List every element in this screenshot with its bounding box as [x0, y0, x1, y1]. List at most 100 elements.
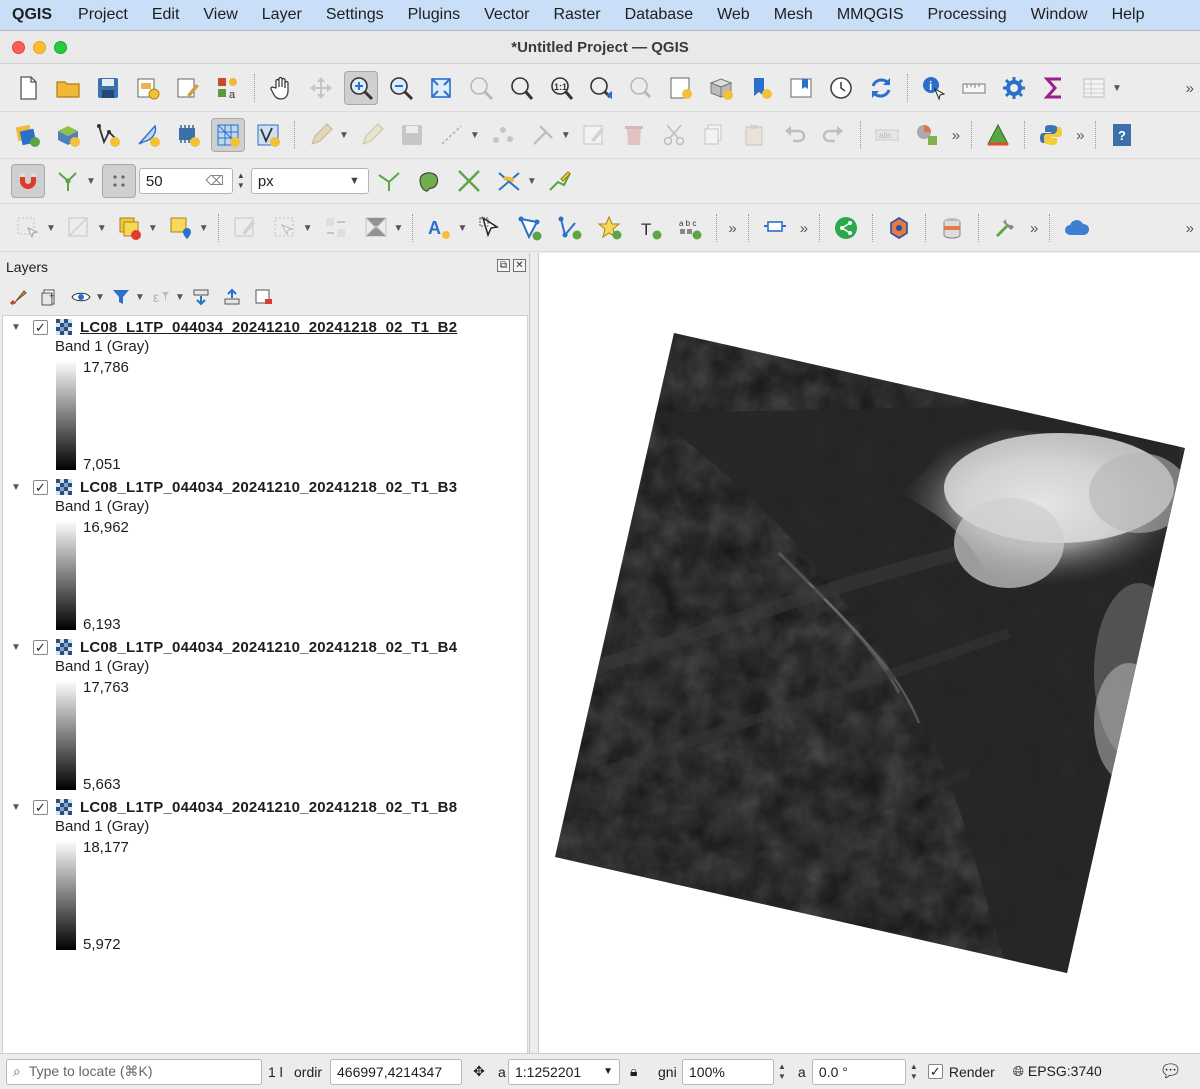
- statistics-summary-button[interactable]: [1037, 71, 1071, 105]
- map-canvas[interactable]: [538, 253, 1200, 1083]
- select-annotation-button[interactable]: [268, 211, 302, 245]
- magnifier-stepper[interactable]: ▲ ▼: [778, 1062, 786, 1082]
- clear-input-icon[interactable]: ⌫: [206, 173, 224, 189]
- filter-legend-button[interactable]: [108, 284, 134, 310]
- collapse-all-button[interactable]: [219, 284, 245, 310]
- add-group-button[interactable]: +: [37, 284, 63, 310]
- save-project-button[interactable]: [91, 71, 125, 105]
- topological-editing-button[interactable]: [372, 164, 406, 198]
- add-line-button[interactable]: [553, 211, 587, 245]
- collapse-arrow-icon[interactable]: ▼: [11, 482, 21, 493]
- pan-to-selection-button[interactable]: [304, 71, 338, 105]
- zoom-last-button[interactable]: [584, 71, 618, 105]
- chevron-down-icon[interactable]: ▼: [148, 223, 158, 234]
- messages-icon[interactable]: 💬︎: [1159, 1061, 1182, 1082]
- manage-map-themes-button[interactable]: [68, 284, 94, 310]
- toolbar-overflow-icon[interactable]: »: [800, 220, 808, 237]
- pan-map-button[interactable]: [264, 71, 298, 105]
- snapping-tolerance-input[interactable]: 50 ⌫: [138, 168, 233, 194]
- chevron-down-icon[interactable]: ▼: [394, 223, 404, 234]
- chevron-down-icon[interactable]: ▼: [339, 130, 349, 141]
- zoom-native-resolution-button[interactable]: 1:1: [544, 71, 578, 105]
- tools-plugin-button[interactable]: [988, 211, 1022, 245]
- chevron-down-icon[interactable]: ▼: [86, 176, 96, 187]
- menu-app-qgis[interactable]: QGIS: [12, 6, 52, 24]
- cloud-plugin-button[interactable]: [1059, 211, 1093, 245]
- python-console-button[interactable]: [1034, 118, 1068, 152]
- show-layout-manager-button[interactable]: [171, 71, 205, 105]
- new-geopackage-layer-button[interactable]: [51, 118, 85, 152]
- network-plugin-button[interactable]: [882, 211, 916, 245]
- menu-web[interactable]: Web: [717, 6, 750, 24]
- cut-features-button[interactable]: [657, 118, 691, 152]
- avoid-overlap-button[interactable]: [412, 164, 446, 198]
- zoom-to-layer-button[interactable]: [504, 71, 538, 105]
- expand-all-button[interactable]: [188, 284, 214, 310]
- tolerance-stepper[interactable]: ▲ ▼: [237, 171, 245, 191]
- layer-name[interactable]: LC08_L1TP_044034_20241210_20241218_02_T1…: [80, 799, 457, 816]
- database-plugin-button[interactable]: [935, 211, 969, 245]
- chevron-down-icon[interactable]: ▼: [561, 130, 571, 141]
- current-edits-button[interactable]: [304, 118, 338, 152]
- menu-processing[interactable]: Processing: [928, 6, 1007, 24]
- refresh-button[interactable]: [864, 71, 898, 105]
- snapping-intersection-button[interactable]: [452, 164, 486, 198]
- filter-by-expression-button[interactable]: ε: [148, 284, 174, 310]
- menu-mesh[interactable]: Mesh: [774, 6, 813, 24]
- enable-snapping-button[interactable]: [11, 164, 45, 198]
- menu-database[interactable]: Database: [625, 6, 694, 24]
- magnifier-input[interactable]: 100%: [682, 1058, 774, 1085]
- chevron-down-icon[interactable]: ▼: [97, 223, 107, 234]
- georeferencer-button[interactable]: [981, 118, 1015, 152]
- label-tool-button[interactable]: A: [422, 211, 456, 245]
- save-layer-edits-button[interactable]: [395, 118, 429, 152]
- zoom-in-button[interactable]: [344, 71, 378, 105]
- select-features-button[interactable]: [11, 211, 45, 245]
- new-temporary-scratch-layer-button[interactable]: [131, 118, 165, 152]
- annotation-edit-button[interactable]: [228, 211, 262, 245]
- layer-name[interactable]: LC08_L1TP_044034_20241210_20241218_02_T1…: [80, 319, 457, 336]
- new-virtual-layer-button[interactable]: [171, 118, 205, 152]
- chevron-down-icon[interactable]: ▼: [1112, 83, 1122, 94]
- undo-button[interactable]: [777, 118, 811, 152]
- delete-selected-button[interactable]: [617, 118, 651, 152]
- snapping-layers-button[interactable]: [51, 164, 85, 198]
- menu-view[interactable]: View: [203, 6, 237, 24]
- vertex-tool-button[interactable]: [486, 118, 520, 152]
- toolbar-overflow-icon[interactable]: »: [1186, 220, 1194, 237]
- temporal-controller-button[interactable]: [824, 71, 858, 105]
- select-by-value-button[interactable]: [62, 211, 96, 245]
- menu-window[interactable]: Window: [1031, 6, 1088, 24]
- modify-attributes-button[interactable]: [526, 118, 560, 152]
- add-polygon-button[interactable]: [513, 211, 547, 245]
- layer-diagram-button[interactable]: [910, 118, 944, 152]
- map-tips-button[interactable]: [359, 211, 393, 245]
- toggle-editing-button[interactable]: [355, 118, 389, 152]
- layer-visibility-checkbox[interactable]: ✓: [33, 479, 48, 495]
- scale-select[interactable]: 1:1252201 ▼: [508, 1058, 620, 1085]
- new-gps-layer-button[interactable]: [251, 118, 285, 152]
- coordinate-input[interactable]: 466997,4214347: [330, 1058, 462, 1085]
- self-snapping-button[interactable]: [492, 164, 526, 198]
- style-manager-button[interactable]: a: [211, 71, 245, 105]
- layer-row[interactable]: ▼ ✓ LC08_L1TP_044034_20241210_20241218_0…: [3, 476, 527, 498]
- layer-visibility-checkbox[interactable]: ✓: [33, 639, 48, 655]
- open-project-button[interactable]: [51, 71, 85, 105]
- show-bookmarks-button[interactable]: [784, 71, 818, 105]
- toolbar-overflow-icon[interactable]: »: [1186, 80, 1194, 97]
- snapping-type-button[interactable]: [101, 164, 136, 198]
- menu-layer[interactable]: Layer: [262, 6, 302, 24]
- plugin-resize-button[interactable]: [758, 211, 792, 245]
- processing-toolbox-button[interactable]: [997, 71, 1031, 105]
- attribute-table-button[interactable]: [1077, 71, 1111, 105]
- open-layer-styling-button[interactable]: [6, 284, 32, 310]
- chevron-down-icon[interactable]: ▼: [199, 223, 209, 234]
- zoom-to-selection-button[interactable]: [464, 71, 498, 105]
- collapse-arrow-icon[interactable]: ▼: [11, 642, 21, 653]
- layer-row[interactable]: ▼ ✓ LC08_L1TP_044034_20241210_20241218_0…: [3, 636, 527, 658]
- copy-features-button[interactable]: [697, 118, 731, 152]
- digitize-line-button[interactable]: [435, 118, 469, 152]
- rotation-stepper[interactable]: ▲ ▼: [910, 1062, 918, 1082]
- tracing-button[interactable]: [543, 164, 577, 198]
- menu-vector[interactable]: Vector: [484, 6, 529, 24]
